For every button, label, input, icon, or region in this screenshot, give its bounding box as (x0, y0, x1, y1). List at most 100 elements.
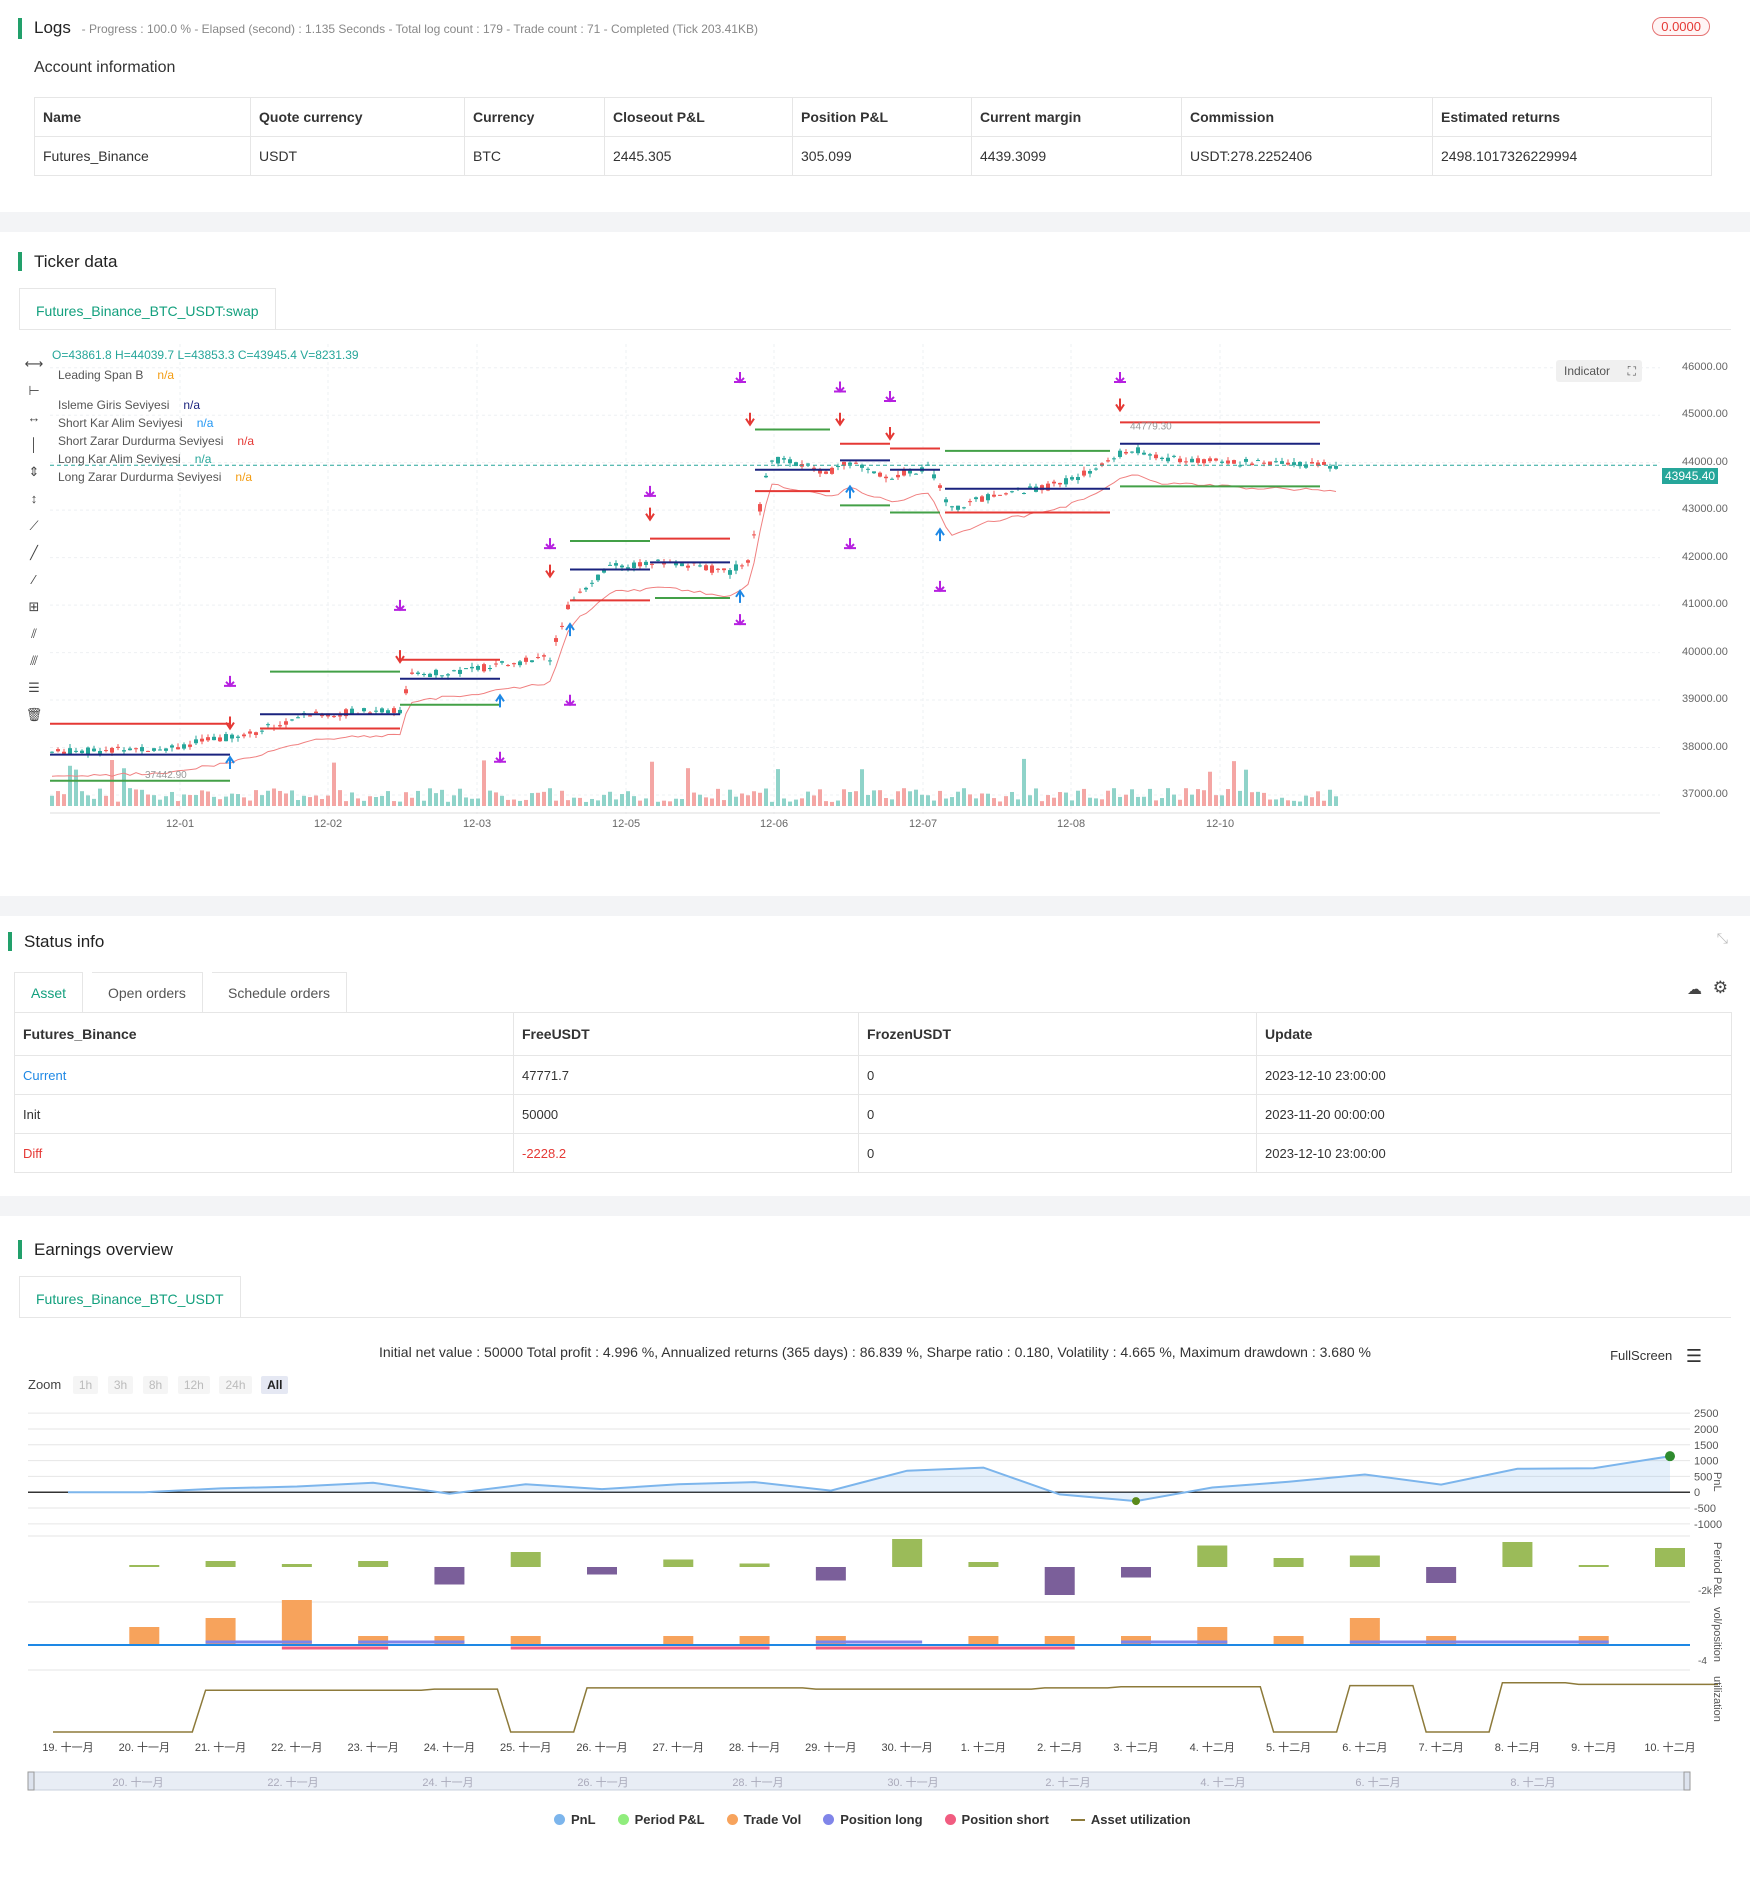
zoom-1h[interactable]: 1h (72, 1376, 99, 1394)
candle-body (728, 570, 732, 575)
legend-row[interactable]: Short Kar Alim Seviyesi n/a (58, 414, 254, 432)
menu-icon[interactable]: ☰ (1686, 1346, 1702, 1366)
date-tick-label: 12-10 (1206, 818, 1235, 830)
price-channel-icon[interactable]: ⊞ (24, 599, 44, 615)
horizontal-ray-icon[interactable]: ⊢ (24, 383, 44, 399)
volume-bar (962, 788, 966, 806)
candle-body (806, 463, 810, 465)
period-axis-label: Period P&L (1711, 1542, 1723, 1598)
legend-row[interactable]: Long Zarar Durdurma Seviyesi n/a (58, 468, 254, 486)
candle-body (98, 750, 102, 754)
vertical-segment-icon[interactable]: ⇕ (24, 464, 44, 480)
price-tick-label: 38000.00 (1682, 740, 1728, 753)
fibonacci-icon[interactable]: ⫻ (24, 653, 44, 669)
trade-vol-bar (129, 1627, 160, 1645)
ray-line-icon[interactable]: ╱ (24, 545, 44, 561)
legend-item[interactable]: PnL (554, 1812, 596, 1827)
volume-bar (878, 790, 882, 806)
vertical-ray-icon[interactable]: ↕ (24, 491, 44, 507)
extended-line-icon[interactable]: ↔ (24, 410, 44, 426)
period-pl-bar (358, 1561, 389, 1567)
volume-bar (188, 795, 192, 806)
volume-bar (380, 795, 384, 806)
volume-bar (632, 796, 636, 806)
trash-icon[interactable]: 🗑 (24, 707, 44, 723)
zoom-3h[interactable]: 3h (107, 1376, 134, 1394)
volume-bar (1268, 799, 1272, 806)
candle-body (962, 507, 966, 509)
tab-schedule-orders[interactable]: Schedule orders (212, 972, 347, 1012)
legend-item[interactable]: Position long (823, 1812, 923, 1827)
legend-row[interactable]: Long Kar Alim Seviyesi n/a (58, 450, 254, 468)
volume-bar (938, 790, 942, 806)
period-pl-bar (587, 1567, 617, 1575)
volume-bar (920, 794, 924, 806)
x-tick-label: 1. 十二月 (961, 1740, 1006, 1754)
trend-line-icon[interactable]: ⟋ (24, 518, 44, 534)
legend-item[interactable]: Position short (944, 1812, 1049, 1827)
tab-ticker-symbol[interactable]: Futures_Binance_BTC_USDT:swap (19, 288, 276, 330)
zoom-8h[interactable]: 8h (142, 1376, 169, 1394)
x-tick-label: 10. 十二月 (1644, 1740, 1695, 1754)
cell-closeout-pl: 2445.305 (604, 136, 793, 176)
legend-series-name: Short Kar Alim Seviyesi (58, 416, 183, 430)
volume-bar (860, 769, 864, 806)
fullscreen-button[interactable]: FullScreen ☰ (1610, 1346, 1702, 1367)
candle-body (1214, 458, 1218, 461)
logs-badge[interactable]: 0.0000 (1652, 17, 1710, 36)
tab-asset[interactable]: Asset (14, 972, 84, 1012)
date-tick-label: 12-07 (909, 818, 938, 830)
volume-bar (950, 797, 954, 806)
zoom-all[interactable]: All (261, 1376, 289, 1394)
candle-body (146, 750, 150, 752)
candle-body (782, 458, 786, 460)
volume-bar (698, 794, 702, 806)
pnl-max-point (1665, 1451, 1675, 1462)
legend-item[interactable]: Period P&L (617, 1812, 705, 1827)
candle-body (1280, 461, 1284, 464)
volume-bar (1070, 800, 1074, 806)
volume-bar (656, 801, 660, 806)
collapse-icon[interactable]: ⤡ (1717, 930, 1728, 947)
volume-bar (458, 788, 462, 806)
zoom-24h[interactable]: 24h (219, 1376, 252, 1394)
parallel-channel-icon[interactable]: ⫽ (24, 626, 44, 642)
volume-bar (260, 795, 264, 806)
period-pl-bar (663, 1559, 694, 1567)
segment-icon[interactable]: ⁄ (24, 572, 44, 588)
candle-body (236, 736, 240, 738)
vertical-line-icon[interactable]: │ (24, 437, 44, 453)
tab-earnings-symbol[interactable]: Futures_Binance_BTC_USDT (19, 1276, 241, 1318)
legend-dot-icon (726, 1814, 738, 1825)
legend-row[interactable]: Isleme Giris Seviyesi n/a (58, 396, 254, 414)
fib-levels-icon[interactable]: ☰ (24, 680, 44, 696)
pnl-line (68, 1455, 1671, 1503)
legend-row[interactable]: Leading Span B n/a (58, 366, 254, 384)
legend-item[interactable]: Trade Vol (726, 1812, 801, 1827)
candle-body (224, 734, 228, 742)
horizontal-line-icon[interactable]: ⟷ (24, 356, 44, 372)
candle-body (458, 669, 462, 674)
volume-bar (1202, 790, 1206, 806)
candle-body (608, 564, 612, 566)
volume-bar (764, 788, 768, 806)
candle-body (134, 748, 138, 750)
diff-free: -2228.2 (513, 1133, 859, 1173)
candle-body (152, 748, 156, 751)
volume-bar (374, 796, 378, 806)
tab-open-orders[interactable]: Open orders (92, 972, 203, 1012)
settings-icon[interactable]: ⚙ (1713, 978, 1728, 998)
legend-item[interactable]: Asset utilization (1070, 1812, 1191, 1827)
candle-body (122, 750, 126, 752)
candle-body (722, 568, 726, 571)
candle-body (1322, 461, 1326, 465)
pnl-axis-label: PnL (1711, 1472, 1723, 1492)
price-tick-label: 39000.00 (1682, 693, 1728, 706)
legend-row[interactable]: Short Zarar Durdurma Seviyesi n/a (58, 432, 254, 450)
indicator-button[interactable]: Indicator ⛶ (1556, 360, 1642, 382)
zoom-12h[interactable]: 12h (177, 1376, 210, 1394)
download-icon[interactable]: ☁ (1687, 980, 1702, 998)
ticker-chart[interactable]: 44779.30 37442.90 (50, 344, 1660, 814)
price-tick-label: 42000.00 (1682, 550, 1728, 563)
candle-body (626, 567, 630, 569)
